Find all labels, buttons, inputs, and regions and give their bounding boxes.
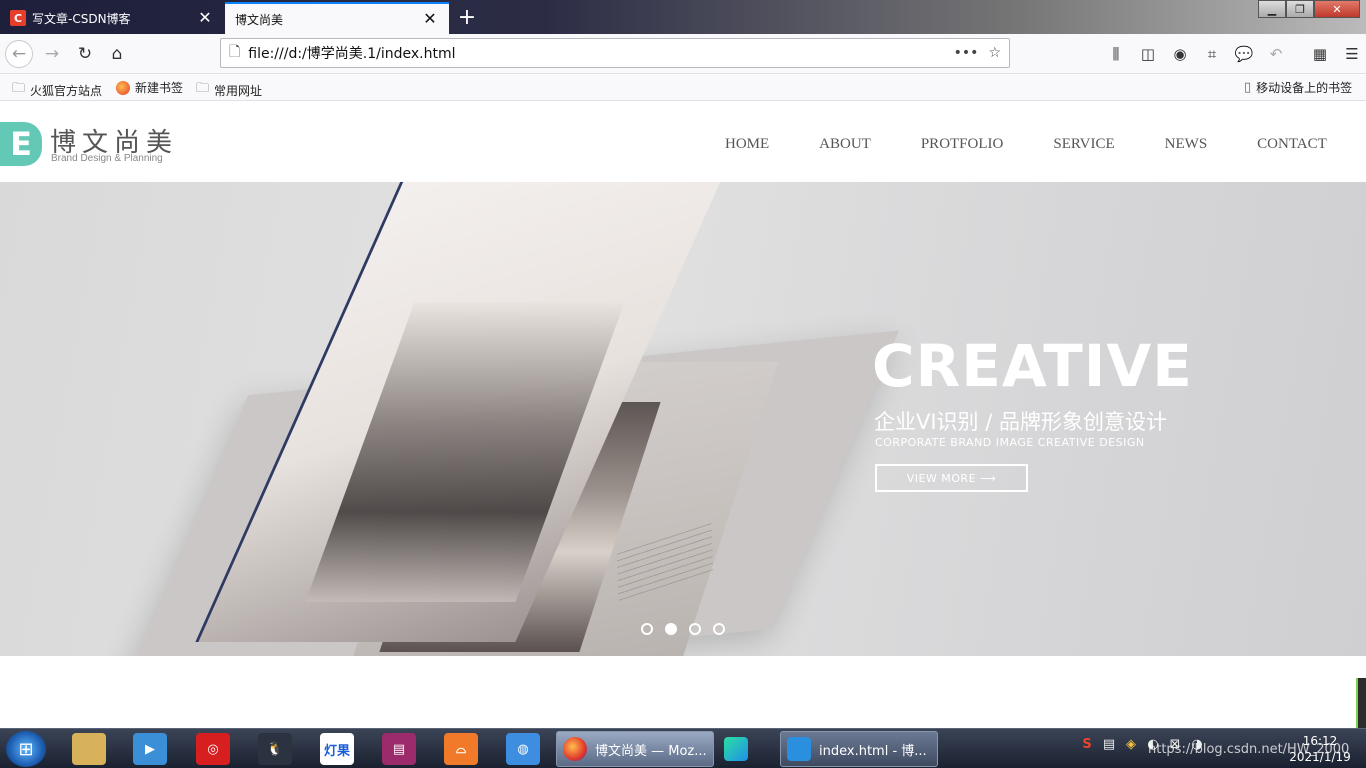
- bookmark-item[interactable]: 🗀 火狐官方站点: [12, 79, 102, 101]
- undo-icon[interactable]: ↶: [1260, 40, 1292, 68]
- window-close-button[interactable]: ✕: [1314, 0, 1360, 18]
- logo-mark[interactable]: E: [0, 122, 42, 166]
- nav-news[interactable]: NEWS: [1165, 136, 1208, 153]
- nav-service[interactable]: SERVICE: [1053, 136, 1114, 153]
- music-icon: ◎: [207, 741, 219, 757]
- nav-home[interactable]: HOME: [725, 136, 769, 153]
- qq-icon: 🐧: [266, 741, 284, 757]
- hero-title: CREATIVE: [872, 332, 1193, 400]
- clock-date: 2021/1/19: [1289, 750, 1351, 764]
- vscode-icon: [787, 737, 811, 761]
- forward-button[interactable]: →: [38, 40, 66, 68]
- bookmark-item[interactable]: 新建书签: [116, 79, 183, 96]
- bookmark-item[interactable]: 🗀 常用网址: [196, 79, 262, 101]
- more-icon[interactable]: •••: [954, 45, 979, 61]
- chat-icon[interactable]: 💬: [1228, 40, 1260, 68]
- tab-active[interactable]: 博文尚美 ✕: [225, 2, 449, 34]
- screenshot-icon[interactable]: ⌗: [1196, 40, 1228, 68]
- carousel-dot[interactable]: [689, 623, 701, 635]
- mobile-icon: ▯: [1244, 80, 1252, 95]
- video-icon: [724, 737, 748, 761]
- hero-banner: CREATIVE 企业VI识别 / 品牌形象创意设计 CORPORATE BRA…: [0, 182, 1366, 656]
- app-icon: ⌓: [455, 741, 467, 757]
- firefox-icon: [563, 737, 587, 761]
- carousel-dot[interactable]: [641, 623, 653, 635]
- player-icon: ▶: [145, 741, 155, 757]
- home-button[interactable]: ⌂: [103, 40, 131, 68]
- main-nav: HOME ABOUT PROTFOLIO SERVICE NEWS CONTAC…: [700, 136, 1352, 153]
- bookmark-label: 火狐官方站点: [30, 83, 103, 98]
- minimize-button[interactable]: ▁: [1258, 0, 1286, 18]
- extensions-icon[interactable]: ▦: [1304, 40, 1336, 68]
- clock[interactable]: 16:12 2021/1/19: [1280, 733, 1360, 765]
- winrar-icon: ▤: [392, 741, 406, 757]
- taskbar-pin-app[interactable]: ⌓: [444, 733, 478, 765]
- taskbar-pin-winrar[interactable]: ▤: [382, 733, 416, 765]
- shield-icon[interactable]: ◈: [1120, 737, 1142, 752]
- hero-subtitle-en: CORPORATE BRAND IMAGE CREATIVE DESIGN: [875, 436, 1145, 449]
- mobile-bookmarks[interactable]: ▯ 移动设备上的书签: [1244, 79, 1352, 96]
- bookmark-label: 常用网址: [214, 83, 263, 98]
- close-icon[interactable]: ✕: [196, 10, 214, 26]
- library-icon[interactable]: ⫼: [1100, 40, 1132, 68]
- taskbar-pin-qq[interactable]: 🐧: [258, 733, 292, 765]
- scrollbar[interactable]: [1356, 678, 1366, 728]
- dengguo-icon: 灯果: [323, 743, 350, 759]
- taskbar-window-vscode[interactable]: index.html - 博...: [780, 731, 938, 767]
- taskbar-window-firefox[interactable]: 博文尚美 — Moz...: [556, 731, 714, 767]
- nav-portfolio[interactable]: PROTFOLIO: [921, 136, 1004, 153]
- csdn-icon: C: [10, 10, 26, 26]
- account-icon[interactable]: ◉: [1164, 40, 1196, 68]
- site-header: E 博文尚美 Brand Design & Planning HOME ABOU…: [0, 102, 1366, 182]
- taskbar-pin-explorer[interactable]: [72, 733, 106, 765]
- tray-app-icon[interactable]: ▤: [1098, 737, 1120, 752]
- menu-icon[interactable]: ☰: [1336, 40, 1366, 68]
- taskbar-pin-player[interactable]: ▶: [133, 733, 167, 765]
- start-button[interactable]: ⊞: [6, 731, 46, 767]
- nav-about[interactable]: ABOUT: [819, 136, 871, 153]
- taskbar-pin-browser[interactable]: ◍: [506, 733, 540, 765]
- tab-csdn[interactable]: C 写文章-CSDN博客 ✕: [0, 2, 224, 34]
- taskbar-pin-dengguo[interactable]: 灯果: [320, 733, 354, 765]
- toolbar-icons: ⫼ ◫ ◉ ⌗ 💬 ↶ ▦ ☰: [1100, 40, 1366, 68]
- carousel-dot[interactable]: [713, 623, 725, 635]
- taskbar-window-title: index.html - 博...: [819, 743, 927, 759]
- taskbar-window-video[interactable]: [718, 731, 774, 767]
- taskbar: ⊞ ▶ ◎ 🐧 灯果 ▤ ⌓ ◍ 博文尚美 — Moz... index.htm…: [0, 728, 1366, 768]
- tab-bar: C 写文章-CSDN博客 ✕ 博文尚美 ✕ + ▁ ❐ ✕: [0, 0, 1366, 34]
- sidebar-icon[interactable]: ◫: [1132, 40, 1164, 68]
- sogou-icon[interactable]: S: [1076, 737, 1098, 752]
- back-button[interactable]: ←: [5, 40, 33, 68]
- taskbar-pin-music[interactable]: ◎: [196, 733, 230, 765]
- close-icon[interactable]: ✕: [421, 11, 439, 27]
- page-icon: 🗋: [229, 44, 241, 60]
- browser-icon: ◍: [517, 741, 529, 757]
- bookmark-label: 新建书签: [135, 81, 184, 95]
- bookmark-label: 移动设备上的书签: [1256, 81, 1353, 95]
- view-more-button[interactable]: VIEW MORE ⟶: [875, 464, 1028, 492]
- new-tab-button[interactable]: +: [454, 4, 480, 30]
- firefox-icon: [116, 80, 130, 95]
- navigation-toolbar: ← → ↻ ⌂ 🗋 file:///d:/博学尚美.1/index.html •…: [0, 34, 1366, 74]
- hero-subtitle-cn: 企业VI识别 / 品牌形象创意设计: [874, 410, 1167, 434]
- taskbar-window-title: 博文尚美 — Moz...: [595, 743, 707, 759]
- logo-tagline: Brand Design & Planning: [51, 153, 163, 164]
- clock-time: 16:12: [1302, 734, 1338, 748]
- maximize-button[interactable]: ❐: [1286, 0, 1314, 18]
- url-text[interactable]: file:///d:/博学尚美.1/index.html: [248, 43, 943, 63]
- folder-icon: 🗀: [196, 81, 210, 96]
- folder-icon: 🗀: [12, 81, 26, 96]
- bookmarks-bar: 🗀 火狐官方站点 新建书签 🗀 常用网址 ▯ 移动设备上的书签: [0, 75, 1366, 101]
- tab-title: 博文尚美: [235, 12, 284, 27]
- carousel-dot[interactable]: [665, 623, 677, 635]
- bookmark-star-icon[interactable]: ☆: [988, 45, 1001, 61]
- reload-button[interactable]: ↻: [71, 40, 99, 68]
- carousel-dots: [641, 623, 737, 635]
- url-bar[interactable]: 🗋 file:///d:/博学尚美.1/index.html ••• ☆: [220, 38, 1010, 68]
- nav-contact[interactable]: CONTACT: [1257, 136, 1327, 153]
- window-controls: ▁ ❐ ✕: [1258, 0, 1360, 18]
- tab-title: 写文章-CSDN博客: [32, 11, 131, 26]
